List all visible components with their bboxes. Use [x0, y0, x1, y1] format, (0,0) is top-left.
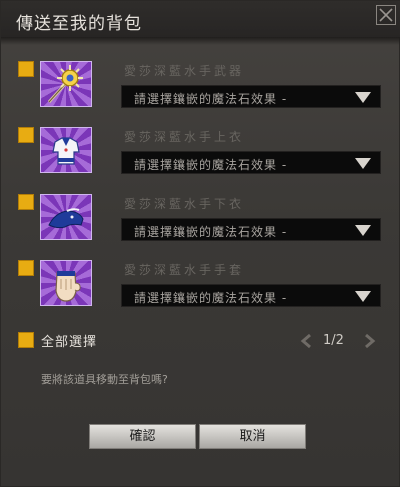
item-icon-frame — [40, 127, 92, 173]
select-value: 請選擇鑲嵌的魔法石效果 - — [134, 225, 288, 239]
item-icon-frame — [40, 61, 92, 107]
item-checkbox[interactable] — [18, 194, 34, 210]
dropdown-arrow-icon — [355, 291, 371, 302]
item-row: 愛莎深藍水手上衣 請選擇鑲嵌的魔法石效果 - — [1, 127, 400, 185]
item-name: 愛莎深藍水手下衣 — [124, 197, 245, 211]
item-row: 愛莎深藍水手手套 請選擇鑲嵌的魔法石效果 - — [1, 260, 400, 318]
confirm-button[interactable]: 確認 — [89, 424, 196, 449]
item-name: 愛莎深藍水手武器 — [124, 64, 245, 78]
item-checkbox[interactable] — [18, 61, 34, 77]
item-icon-frame — [40, 194, 92, 240]
confirm-prompt: 要將該道具移動至背包嗎? — [41, 373, 168, 386]
magic-stone-select[interactable]: 請選擇鑲嵌的魔法石效果 - — [121, 151, 381, 174]
close-button[interactable] — [376, 5, 396, 25]
item-name: 愛莎深藍水手上衣 — [124, 130, 245, 144]
select-all-label[interactable]: 全部選擇 — [41, 331, 97, 350]
sailor-bottom-icon — [48, 208, 84, 229]
select-value: 請選擇鑲嵌的魔法石效果 - — [134, 158, 288, 172]
title-shadow — [1, 37, 400, 45]
select-value: 請選擇鑲嵌的魔法石效果 - — [134, 92, 288, 106]
glove-icon — [55, 271, 81, 302]
title-bar: 傳送至我的背包 — [1, 1, 400, 37]
cancel-button[interactable]: 取消 — [199, 424, 306, 449]
item-row: 愛莎深藍水手武器 請選擇鑲嵌的魔法石效果 - — [1, 61, 400, 119]
close-icon — [379, 8, 393, 22]
item-name: 愛莎深藍水手手套 — [124, 263, 245, 277]
item-icon-frame — [40, 260, 92, 306]
dropdown-arrow-icon — [355, 158, 371, 169]
magic-stone-select[interactable]: 請選擇鑲嵌的魔法石效果 - — [121, 284, 381, 307]
chevron-left-icon — [300, 333, 311, 349]
page-indicator: 1/2 — [323, 333, 344, 348]
item-checkbox[interactable] — [18, 260, 34, 276]
chevron-right-icon — [365, 333, 376, 349]
select-value: 請選擇鑲嵌的魔法石效果 - — [134, 291, 288, 305]
dialog-window: 傳送至我的背包 愛莎深藍水手武器 請選擇鑲嵌的魔法石效果 - 愛莎深藍水手上衣 … — [0, 0, 400, 487]
magic-stone-select[interactable]: 請選擇鑲嵌的魔法石效果 - — [121, 85, 381, 108]
magic-stone-select[interactable]: 請選擇鑲嵌的魔法石效果 - — [121, 218, 381, 241]
select-all-checkbox[interactable] — [18, 332, 34, 348]
previous-page-button[interactable] — [299, 333, 313, 353]
dialog-title: 傳送至我的背包 — [16, 14, 142, 34]
next-page-button[interactable] — [363, 333, 377, 353]
weapon-staff-icon — [47, 65, 83, 104]
item-row: 愛莎深藍水手下衣 請選擇鑲嵌的魔法石效果 - — [1, 194, 400, 252]
item-checkbox[interactable] — [18, 127, 34, 143]
sailor-top-icon — [52, 137, 80, 165]
dropdown-arrow-icon — [355, 92, 371, 103]
dropdown-arrow-icon — [355, 225, 371, 236]
